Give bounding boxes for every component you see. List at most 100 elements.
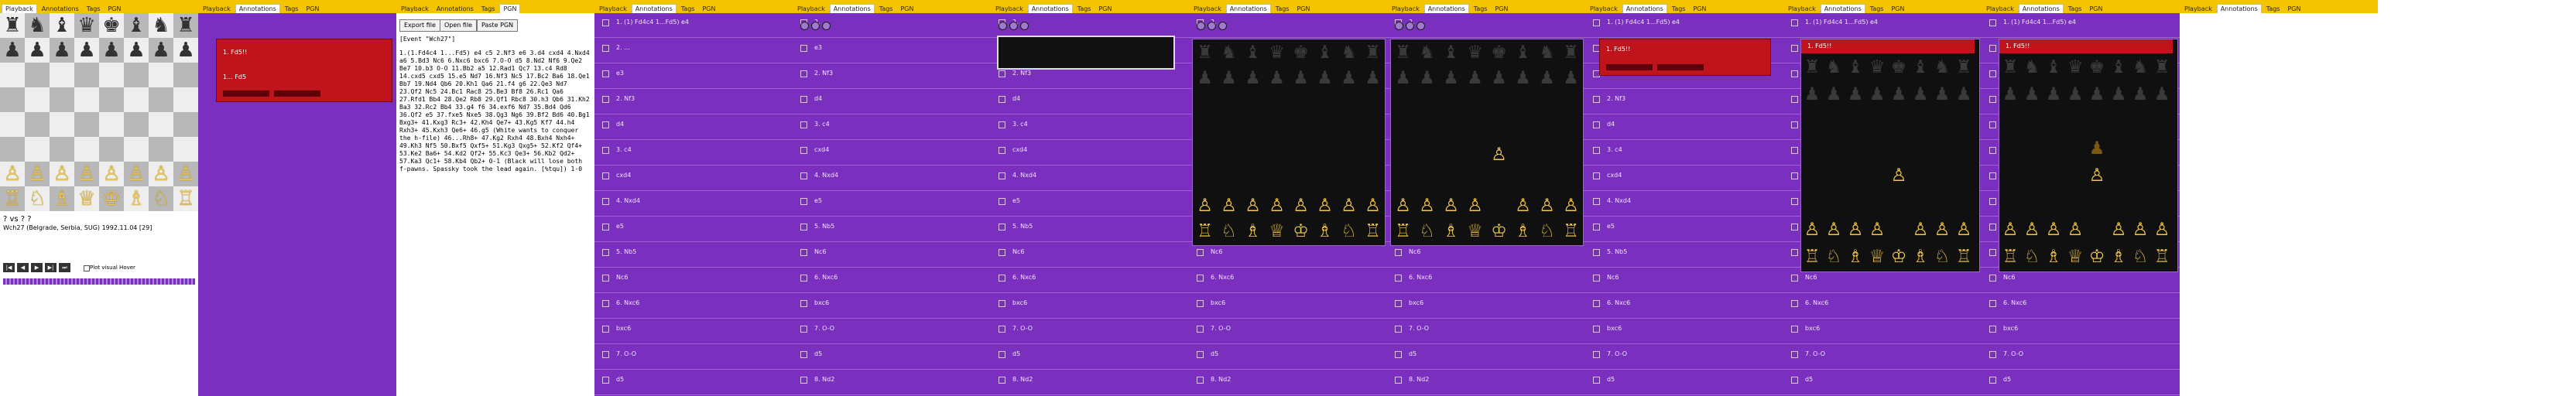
tab-tags[interactable]: Tags	[282, 5, 302, 13]
board-square[interactable]: ♙	[1910, 216, 1931, 243]
board-square[interactable]	[2043, 108, 2064, 135]
board-square[interactable]: ♟	[2129, 80, 2151, 108]
chess-piece[interactable]: ♕	[1269, 221, 1285, 241]
board-square[interactable]	[2064, 162, 2086, 189]
chess-piece[interactable]: ♟	[1491, 68, 1507, 88]
board-square[interactable]: ♖	[1361, 218, 1385, 244]
move-checkbox[interactable]	[999, 172, 1005, 179]
move-row[interactable]: 5. Nb5	[991, 217, 1189, 242]
board-square[interactable]: ♙	[1931, 216, 1953, 243]
board-square[interactable]	[1289, 116, 1313, 142]
board-square[interactable]: ♟	[1265, 65, 1289, 90]
chess-piece[interactable]: ♜	[1563, 43, 1579, 63]
board-square[interactable]: ♖	[1999, 243, 2021, 270]
board-square[interactable]: ♘	[1535, 218, 1559, 244]
board-square[interactable]: ♗	[2108, 243, 2129, 270]
board-square[interactable]: ♟	[1361, 65, 1385, 90]
move-row[interactable]: bxc6	[1783, 319, 1982, 344]
chess-piece[interactable]: ♙	[2024, 220, 2040, 240]
play-button[interactable]: ▶	[31, 263, 43, 272]
tab-tags[interactable]: Tags	[2263, 5, 2283, 13]
move-row[interactable]: 6. Nxc6	[991, 268, 1189, 293]
move-row[interactable]: 7. O-O	[1982, 345, 2180, 370]
move-row[interactable]: bxc6	[1189, 294, 1387, 319]
move-checkbox[interactable]	[602, 351, 609, 358]
move-checkbox[interactable]	[1197, 249, 1204, 256]
board-square[interactable]: ♙	[1866, 216, 1888, 243]
board-square[interactable]: ♟	[1511, 65, 1535, 90]
chess-piece[interactable]: ♟	[2046, 84, 2062, 104]
annotation-ok-button[interactable]	[1606, 64, 1653, 70]
board-square[interactable]: ♝	[124, 13, 149, 38]
board-square[interactable]: ♟	[1415, 65, 1439, 90]
next-move-button[interactable]: ▶|	[45, 263, 57, 272]
board-square[interactable]	[1313, 142, 1337, 167]
board-square[interactable]: ♟	[1866, 80, 1888, 108]
move-row[interactable]: 3. c4	[793, 115, 991, 140]
board-square[interactable]	[2108, 108, 2129, 135]
tab-pgn[interactable]: PGN	[2086, 5, 2105, 13]
board-square[interactable]: ♙	[1823, 216, 1845, 243]
board-square[interactable]	[2108, 189, 2129, 216]
move-checkbox[interactable]	[1593, 275, 1600, 282]
tab-playback[interactable]: Playback	[2, 4, 37, 13]
board-square[interactable]	[50, 112, 74, 137]
board-square[interactable]: ♟	[2086, 80, 2108, 108]
board-square[interactable]: ♞	[1337, 39, 1361, 65]
chess-piece[interactable]: ♗	[127, 186, 145, 211]
board-square[interactable]	[0, 112, 25, 137]
move-checkbox[interactable]	[1395, 249, 1402, 256]
move-checkbox[interactable]	[999, 300, 1005, 307]
tab-pgn[interactable]: PGN	[1293, 5, 1313, 13]
move-row[interactable]: 3. c4	[1585, 141, 1783, 166]
board-square[interactable]	[1193, 142, 1217, 167]
board-square[interactable]: ♙	[2064, 216, 2086, 243]
board-square[interactable]	[1931, 108, 1953, 135]
board-square[interactable]: ♟	[173, 38, 198, 63]
chess-piece[interactable]: ♟	[2067, 84, 2084, 104]
board-square[interactable]	[1535, 90, 1559, 116]
move-row[interactable]: d5	[793, 345, 991, 370]
tab-pgn[interactable]: PGN	[303, 5, 322, 13]
board-square[interactable]: ♟	[2043, 80, 2064, 108]
board-square[interactable]	[1463, 167, 1487, 193]
board-square[interactable]	[2129, 189, 2151, 216]
board-square[interactable]: ♔	[1487, 218, 1511, 244]
board-square[interactable]	[1289, 90, 1313, 116]
board-square[interactable]	[2151, 135, 2173, 162]
board-square[interactable]: ♟	[1535, 65, 1559, 90]
board-square[interactable]	[74, 112, 99, 137]
move-checkbox[interactable]	[1791, 198, 1798, 205]
move-checkbox[interactable]	[999, 147, 1005, 154]
move-checkbox[interactable]	[1395, 275, 1402, 282]
chess-piece[interactable]: ♖	[1804, 247, 1821, 267]
board-square[interactable]: ♗	[1845, 243, 1866, 270]
board-square[interactable]	[1415, 167, 1439, 193]
board-square[interactable]	[1415, 90, 1439, 116]
board-square[interactable]	[1439, 142, 1463, 167]
board-square[interactable]: ♙	[1559, 193, 1583, 218]
board-square[interactable]: ♚	[1888, 53, 1910, 80]
board-square[interactable]	[1193, 167, 1217, 193]
board-square[interactable]: ♞	[1217, 39, 1241, 65]
move-row[interactable]: Nc6	[1189, 243, 1387, 268]
move-checkbox[interactable]	[1989, 147, 1996, 154]
board-square[interactable]	[1999, 135, 2021, 162]
board-square[interactable]	[149, 63, 173, 87]
chess-piece[interactable]: ♙	[1848, 220, 1864, 240]
move-checkbox[interactable]	[1791, 275, 1798, 282]
arrow-icon[interactable]	[1009, 22, 1018, 30]
chess-piece[interactable]: ♞	[1221, 43, 1237, 63]
chess-piece[interactable]: ♕	[1869, 247, 1886, 267]
tab-playback[interactable]: Playback	[1983, 5, 2017, 13]
board-square[interactable]	[1845, 189, 1866, 216]
chess-piece[interactable]: ♘	[2132, 247, 2149, 267]
chess-piece[interactable]: ♟	[1293, 68, 1309, 88]
board-square[interactable]	[1289, 167, 1313, 193]
move-checkbox[interactable]	[1593, 351, 1600, 358]
board-square[interactable]	[149, 137, 173, 162]
tab-playback[interactable]: Playback	[1190, 5, 1225, 13]
tab-pgn[interactable]: PGN	[1095, 5, 1115, 13]
move-checkbox[interactable]	[1197, 377, 1204, 384]
chess-piece[interactable]: ♙	[1221, 196, 1237, 216]
